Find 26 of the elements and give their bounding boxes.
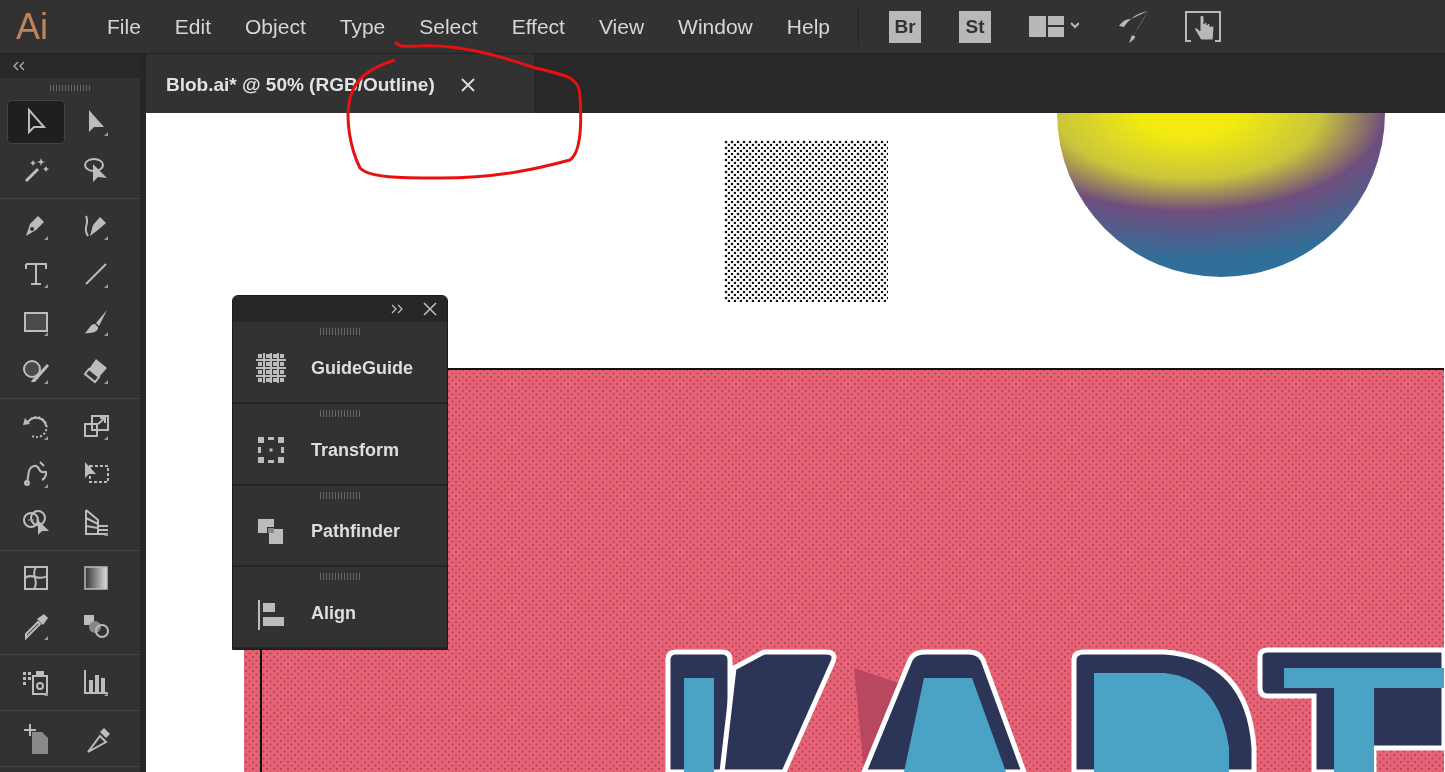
close-icon[interactable] (423, 302, 437, 316)
menu-item[interactable]: Help (769, 14, 847, 39)
panel-item[interactable]: Transform (233, 403, 447, 486)
menu-item[interactable]: File (90, 14, 158, 39)
menu-item[interactable]: Type (322, 14, 403, 39)
touch-hand-icon[interactable] (1185, 10, 1221, 43)
app-logo: Ai (16, 5, 49, 48)
tool-button[interactable] (7, 100, 65, 144)
menu-item[interactable]: Object (228, 14, 323, 39)
panel-label: Align (311, 603, 356, 625)
app-button[interactable]: Br (889, 10, 921, 43)
panel-label: GuideGuide (311, 357, 413, 379)
expand-icon[interactable] (391, 304, 403, 314)
menu-item[interactable]: View (581, 14, 662, 39)
menu-item[interactable]: Select (402, 14, 495, 39)
menu-item[interactable]: Edit (157, 14, 229, 39)
app-button[interactable]: St (959, 10, 991, 43)
close-icon[interactable] (460, 78, 475, 92)
panel-label: Transform (311, 439, 400, 461)
panel-item[interactable]: Align (233, 567, 447, 649)
menu-item[interactable]: Window (661, 14, 770, 39)
panel-item[interactable]: Pathfinder (233, 485, 447, 568)
collapse-icon[interactable] (12, 61, 26, 71)
panel-item[interactable]: GuideGuide (233, 322, 447, 404)
menu-item[interactable]: Effect (494, 14, 582, 39)
panel-label: Pathfinder (311, 521, 400, 543)
